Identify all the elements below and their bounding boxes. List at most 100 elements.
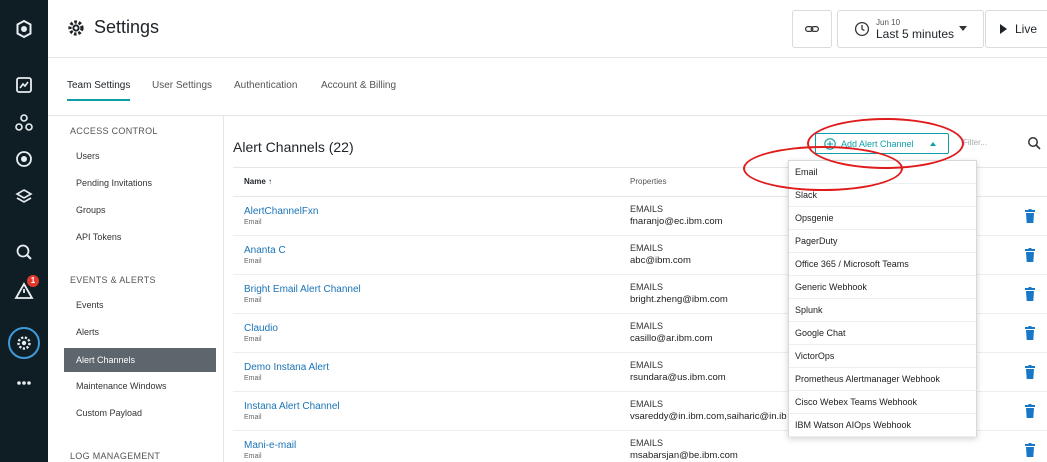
column-header-properties: Properties bbox=[630, 177, 667, 186]
tab-team-settings[interactable]: Team Settings bbox=[67, 80, 131, 101]
alert-count-badge: 1 bbox=[27, 275, 39, 287]
channel-type: Email bbox=[244, 297, 262, 304]
tab-user-settings[interactable]: User Settings bbox=[152, 80, 212, 99]
time-range-label: Last 5 minutes bbox=[876, 26, 955, 41]
add-alert-channel-label: Add Alert Channel bbox=[841, 138, 914, 149]
channel-name-link[interactable]: Demo Instana Alert bbox=[244, 362, 329, 373]
channel-type: Email bbox=[244, 258, 262, 265]
property-type: EMAILS bbox=[630, 438, 664, 448]
copy-link-button[interactable] bbox=[792, 10, 832, 48]
dropdown-option[interactable]: Email bbox=[789, 161, 976, 184]
caret-down-icon bbox=[959, 26, 967, 31]
tab-authentication[interactable]: Authentication bbox=[234, 80, 297, 99]
live-button[interactable]: Live bbox=[985, 10, 1047, 48]
property-value: bright.zheng@ibm.com bbox=[630, 294, 728, 305]
nav-item-api-tokens[interactable]: API Tokens bbox=[64, 225, 216, 249]
nav-item-pending-invitations[interactable]: Pending Invitations bbox=[64, 171, 216, 195]
property-value: fnaranjo@ec.ibm.com bbox=[630, 216, 723, 227]
channel-type: Email bbox=[244, 336, 262, 343]
property-value: vsareddy@in.ibm.com,saiharic@in.ib bbox=[630, 411, 787, 422]
dropdown-option[interactable]: Google Chat bbox=[789, 322, 976, 345]
channel-name-link[interactable]: Ananta C bbox=[244, 245, 286, 256]
analyze-icon[interactable] bbox=[12, 240, 36, 264]
dropdown-option[interactable]: Cisco Webex Teams Webhook bbox=[789, 391, 976, 414]
trash-icon[interactable] bbox=[1025, 404, 1035, 418]
top-header: Settings Jun 10 Last 5 minutes Live bbox=[48, 0, 1047, 58]
trash-icon[interactable] bbox=[1025, 326, 1035, 340]
column-header-name[interactable]: Name ↑ bbox=[244, 177, 272, 186]
trash-icon[interactable] bbox=[1025, 209, 1035, 223]
dropdown-option[interactable]: Opsgenie bbox=[789, 207, 976, 230]
channel-name-link[interactable]: AlertChannelFxn bbox=[244, 206, 318, 217]
clock-icon bbox=[854, 21, 870, 37]
property-type: EMAILS bbox=[630, 243, 664, 253]
infrastructure-icon[interactable] bbox=[12, 147, 36, 171]
settings-tabs: Team Settings User Settings Authenticati… bbox=[48, 58, 1047, 116]
property-type: EMAILS bbox=[630, 360, 664, 370]
page-title: Settings bbox=[94, 17, 160, 37]
property-type: EMAILS bbox=[630, 321, 664, 331]
channel-type: Email bbox=[244, 375, 262, 382]
nav-item-custom-payload[interactable]: Custom Payload bbox=[64, 401, 216, 425]
nav-item-groups[interactable]: Groups bbox=[64, 198, 216, 222]
section-heading-access-control: ACCESS CONTROL bbox=[70, 126, 158, 136]
property-value: rsundara@us.ibm.com bbox=[630, 372, 726, 383]
left-rail: 1 bbox=[0, 0, 48, 462]
property-value: abc@ibm.com bbox=[630, 255, 691, 266]
live-label: Live bbox=[1015, 22, 1038, 36]
search-icon[interactable] bbox=[1027, 136, 1041, 150]
trash-icon[interactable] bbox=[1025, 365, 1035, 379]
channel-type: Email bbox=[244, 219, 262, 226]
dropdown-option[interactable]: VictorOps bbox=[789, 345, 976, 368]
property-type: EMAILS bbox=[630, 204, 664, 214]
gear-icon bbox=[68, 19, 84, 36]
dropdown-option[interactable]: PagerDuty bbox=[789, 230, 976, 253]
channel-name-link[interactable]: Mani-e-mail bbox=[244, 440, 296, 451]
nav-item-users[interactable]: Users bbox=[64, 144, 216, 168]
add-alert-channel-button[interactable]: Add Alert Channel bbox=[815, 133, 949, 154]
nav-item-events[interactable]: Events bbox=[64, 293, 216, 317]
dropdown-option[interactable]: IBM Watson AIOps Webhook bbox=[789, 414, 976, 437]
dropdown-option[interactable]: Splunk bbox=[789, 299, 976, 322]
time-range-picker[interactable]: Jun 10 Last 5 minutes bbox=[837, 10, 984, 48]
time-date: Jun 10 bbox=[876, 17, 901, 27]
channel-name-link[interactable]: Instana Alert Channel bbox=[244, 401, 340, 412]
dropdown-option[interactable]: Slack bbox=[789, 184, 976, 207]
dashboard-icon[interactable] bbox=[12, 73, 36, 97]
trash-icon[interactable] bbox=[1025, 287, 1035, 301]
alert-channels-title: Alert Channels (22) bbox=[233, 139, 354, 155]
nav-item-alert-channels[interactable]: Alert Channels bbox=[64, 348, 216, 372]
section-heading-events-alerts: EVENTS & ALERTS bbox=[70, 275, 156, 285]
trash-icon[interactable] bbox=[1025, 443, 1035, 457]
dropdown-option[interactable]: Office 365 / Microsoft Teams bbox=[789, 253, 976, 276]
alert-channel-type-dropdown: Email Slack Opsgenie PagerDuty Office 365 / … bbox=[788, 160, 977, 437]
settings-sidenav: ACCESS CONTROL Users Pending Invitations… bbox=[48, 116, 224, 462]
property-value: casillo@ar.ibm.com bbox=[630, 333, 713, 344]
page-title-group: Settings bbox=[66, 17, 159, 38]
tab-account-billing[interactable]: Account & Billing bbox=[321, 80, 396, 99]
more-icon[interactable] bbox=[12, 371, 36, 395]
trash-icon[interactable] bbox=[1025, 248, 1035, 262]
sort-arrow-up-icon: ↑ bbox=[268, 177, 273, 186]
settings-icon[interactable] bbox=[12, 331, 36, 355]
nav-item-maintenance-windows[interactable]: Maintenance Windows bbox=[64, 374, 216, 398]
channel-name-link[interactable]: Bright Email Alert Channel bbox=[244, 284, 361, 295]
channel-type: Email bbox=[244, 414, 262, 421]
channel-name-link[interactable]: Claudio bbox=[244, 323, 278, 334]
applications-icon[interactable] bbox=[12, 111, 36, 135]
caret-up-icon bbox=[930, 142, 936, 146]
property-type: EMAILS bbox=[630, 282, 664, 292]
nav-item-alerts[interactable]: Alerts bbox=[64, 320, 216, 344]
property-type: EMAILS bbox=[630, 399, 664, 409]
channel-type: Email bbox=[244, 453, 262, 460]
section-heading-log-management: LOG MANAGEMENT bbox=[70, 451, 161, 461]
link-icon bbox=[804, 25, 820, 33]
column-name-label: Name bbox=[244, 177, 266, 186]
platforms-icon[interactable] bbox=[12, 185, 36, 209]
dropdown-option[interactable]: Prometheus Alertmanager Webhook bbox=[789, 368, 976, 391]
play-icon bbox=[1000, 24, 1007, 34]
property-value: msabarsjan@be.ibm.com bbox=[630, 450, 738, 461]
logo-icon[interactable] bbox=[12, 17, 36, 41]
dropdown-option[interactable]: Generic Webhook bbox=[789, 276, 976, 299]
plus-circle-icon bbox=[824, 137, 836, 150]
